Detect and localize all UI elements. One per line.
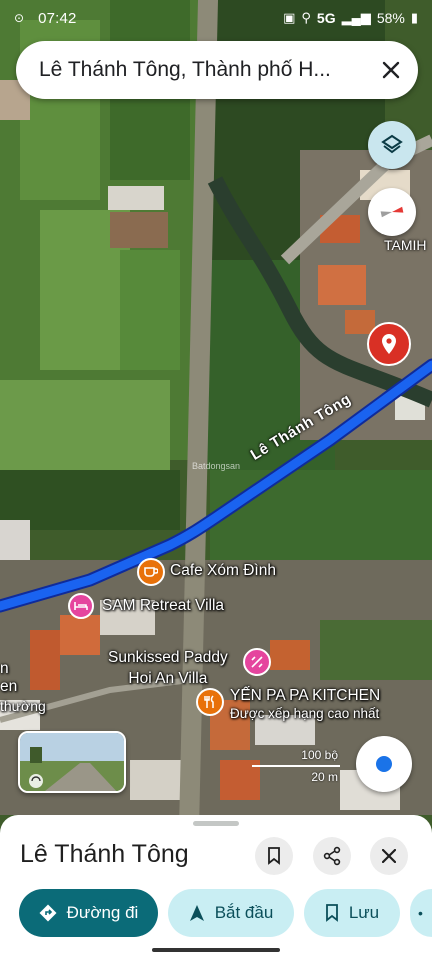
- status-bar: ⊙ 07:42 ▣ ⚲ 5G ▂▄▆ 58% ▮: [0, 0, 432, 36]
- close-icon[interactable]: [364, 43, 418, 97]
- place-label-sunkissed[interactable]: Sunkissed Paddy Hoi An Villa: [108, 647, 228, 689]
- more-icon: •: [418, 905, 423, 921]
- drag-handle[interactable]: [193, 821, 239, 826]
- edge-label: thường: [0, 698, 46, 714]
- scale-metric: 20 m: [311, 770, 338, 784]
- bookmark-icon: [325, 904, 338, 922]
- restaurant-icon[interactable]: [196, 688, 224, 716]
- coffee-icon[interactable]: [137, 558, 165, 586]
- compass-icon: [380, 206, 404, 218]
- area-label: TAMIH: [384, 237, 427, 253]
- share-button[interactable]: [313, 837, 351, 875]
- location-pin-icon[interactable]: [367, 322, 411, 366]
- battery-level: 58%: [376, 10, 405, 26]
- my-location-icon: [376, 756, 392, 772]
- scale-bar: [252, 765, 340, 767]
- status-time: 07:42: [38, 9, 77, 27]
- bottom-sheet[interactable]: [0, 815, 432, 960]
- signal-icon: ▂▄▆: [341, 10, 371, 25]
- edge-label: en: [0, 678, 18, 695]
- place-label-cafe[interactable]: Cafe Xóm Đình: [170, 562, 276, 580]
- place-label-sam[interactable]: SAM Retreat Villa: [102, 597, 224, 615]
- directions-button[interactable]: Đường đi: [19, 889, 158, 937]
- street-view-thumbnail[interactable]: [18, 731, 126, 793]
- map-watermark: Batdongsan: [192, 461, 241, 471]
- network-type: 5G: [316, 10, 336, 26]
- search-query[interactable]: Lê Thánh Tông, Thành phố H...: [16, 58, 364, 82]
- cast-icon: ⊙: [14, 11, 25, 25]
- search-bar[interactable]: Lê Thánh Tông, Thành phố H...: [16, 41, 418, 99]
- start-label: Bắt đầu: [214, 903, 274, 922]
- save-button[interactable]: Lưu: [304, 889, 400, 937]
- layers-button[interactable]: [368, 121, 416, 169]
- directions-icon: [39, 904, 57, 922]
- bookmark-icon: [268, 847, 280, 865]
- my-location-button[interactable]: [356, 736, 412, 792]
- close-icon: [382, 849, 396, 863]
- bed-icon[interactable]: [68, 593, 94, 619]
- save-label: Lưu: [348, 903, 380, 922]
- edge-label: n: [0, 660, 9, 677]
- share-icon: [323, 846, 341, 866]
- location-status-icon: ⚲: [301, 10, 311, 25]
- navigation-icon: [189, 905, 204, 921]
- map-scale: 100 bộ 20 m: [252, 748, 342, 784]
- place-label-yen[interactable]: YẾN PA PA KITCHEN: [230, 687, 380, 705]
- scale-imperial: 100 bộ: [301, 748, 338, 762]
- close-sheet-button[interactable]: [370, 837, 408, 875]
- place-rating-label: Được xếp hạng cao nhất: [230, 706, 380, 721]
- compass-button[interactable]: [368, 188, 416, 236]
- start-button[interactable]: Bắt đầu: [168, 889, 294, 937]
- layers-icon: [381, 134, 403, 154]
- directions-label: Đường đi: [66, 903, 139, 922]
- hotel-icon[interactable]: [243, 648, 271, 676]
- battery-icon: ▮: [410, 10, 418, 25]
- notification-icon: ▣: [283, 10, 296, 25]
- gesture-bar: [152, 948, 280, 952]
- save-bookmark-button[interactable]: [255, 837, 293, 875]
- place-title: Lê Thánh Tông: [20, 840, 189, 868]
